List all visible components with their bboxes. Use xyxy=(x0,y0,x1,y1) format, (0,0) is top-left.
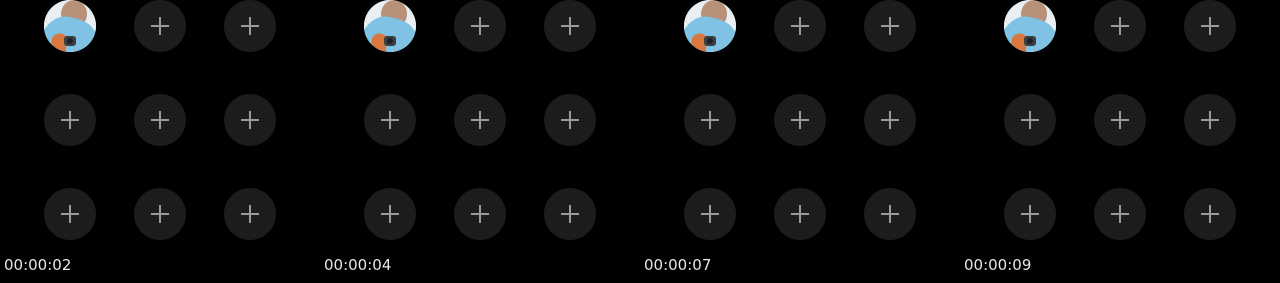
add-participant-button[interactable] xyxy=(774,188,826,240)
add-participant-button[interactable] xyxy=(1094,94,1146,146)
plus-icon xyxy=(151,205,169,223)
add-participant-button[interactable] xyxy=(224,0,276,52)
add-participant-button[interactable] xyxy=(684,94,736,146)
participant-grid xyxy=(44,0,276,240)
avatar-photo xyxy=(1004,0,1056,52)
plus-icon xyxy=(791,17,809,35)
plus-icon xyxy=(1021,111,1039,129)
add-participant-button[interactable] xyxy=(864,94,916,146)
plus-icon xyxy=(381,205,399,223)
add-participant-button[interactable] xyxy=(134,188,186,240)
plus-icon xyxy=(1111,17,1129,35)
plus-icon xyxy=(561,111,579,129)
avatar-photo xyxy=(684,0,736,52)
video-frame: 00:00:07 xyxy=(640,0,960,283)
frame-timestamp: 00:00:09 xyxy=(964,256,1032,274)
frame-timestamp: 00:00:02 xyxy=(4,256,72,274)
add-participant-button[interactable] xyxy=(44,94,96,146)
video-frame: 00:00:02 xyxy=(0,0,320,283)
plus-icon xyxy=(791,205,809,223)
add-participant-button[interactable] xyxy=(1004,188,1056,240)
add-participant-button[interactable] xyxy=(544,188,596,240)
add-participant-button[interactable] xyxy=(774,0,826,52)
add-participant-button[interactable] xyxy=(1184,188,1236,240)
plus-icon xyxy=(561,17,579,35)
add-participant-button[interactable] xyxy=(364,94,416,146)
add-participant-button[interactable] xyxy=(1184,0,1236,52)
add-participant-button[interactable] xyxy=(224,188,276,240)
plus-icon xyxy=(881,17,899,35)
add-participant-button[interactable] xyxy=(1184,94,1236,146)
plus-icon xyxy=(241,17,259,35)
add-participant-button[interactable] xyxy=(364,188,416,240)
add-participant-button[interactable] xyxy=(44,188,96,240)
add-participant-button[interactable] xyxy=(454,94,506,146)
add-participant-button[interactable] xyxy=(134,94,186,146)
avatar-photo xyxy=(364,0,416,52)
plus-icon xyxy=(701,111,719,129)
plus-icon xyxy=(61,111,79,129)
plus-icon xyxy=(471,111,489,129)
plus-icon xyxy=(1021,205,1039,223)
add-participant-button[interactable] xyxy=(224,94,276,146)
plus-icon xyxy=(471,205,489,223)
add-participant-button[interactable] xyxy=(454,0,506,52)
plus-icon xyxy=(881,111,899,129)
plus-icon xyxy=(561,205,579,223)
add-participant-button[interactable] xyxy=(1094,0,1146,52)
plus-icon xyxy=(151,17,169,35)
participant-grid xyxy=(684,0,916,240)
plus-icon xyxy=(1111,205,1129,223)
add-participant-button[interactable] xyxy=(684,188,736,240)
avatar[interactable] xyxy=(364,0,416,52)
plus-icon xyxy=(1201,205,1219,223)
avatar[interactable] xyxy=(1004,0,1056,52)
frame-timestamp: 00:00:07 xyxy=(644,256,712,274)
add-participant-button[interactable] xyxy=(774,94,826,146)
add-participant-button[interactable] xyxy=(864,0,916,52)
plus-icon xyxy=(1201,17,1219,35)
avatar[interactable] xyxy=(44,0,96,52)
plus-icon xyxy=(381,111,399,129)
plus-icon xyxy=(241,205,259,223)
avatar[interactable] xyxy=(684,0,736,52)
plus-icon xyxy=(1201,111,1219,129)
add-participant-button[interactable] xyxy=(1094,188,1146,240)
video-frame-strip: 00:00:02 00:00:04 00:00:07 00:00:09 xyxy=(0,0,1280,283)
plus-icon xyxy=(701,205,719,223)
plus-icon xyxy=(61,205,79,223)
participant-grid xyxy=(1004,0,1236,240)
add-participant-button[interactable] xyxy=(1004,94,1056,146)
participant-grid xyxy=(364,0,596,240)
plus-icon xyxy=(791,111,809,129)
add-participant-button[interactable] xyxy=(454,188,506,240)
video-frame: 00:00:04 xyxy=(320,0,640,283)
plus-icon xyxy=(1111,111,1129,129)
video-frame: 00:00:09 xyxy=(960,0,1280,283)
plus-icon xyxy=(151,111,169,129)
add-participant-button[interactable] xyxy=(864,188,916,240)
frame-timestamp: 00:00:04 xyxy=(324,256,392,274)
plus-icon xyxy=(241,111,259,129)
plus-icon xyxy=(881,205,899,223)
add-participant-button[interactable] xyxy=(544,94,596,146)
avatar-photo xyxy=(44,0,96,52)
add-participant-button[interactable] xyxy=(544,0,596,52)
plus-icon xyxy=(471,17,489,35)
add-participant-button[interactable] xyxy=(134,0,186,52)
